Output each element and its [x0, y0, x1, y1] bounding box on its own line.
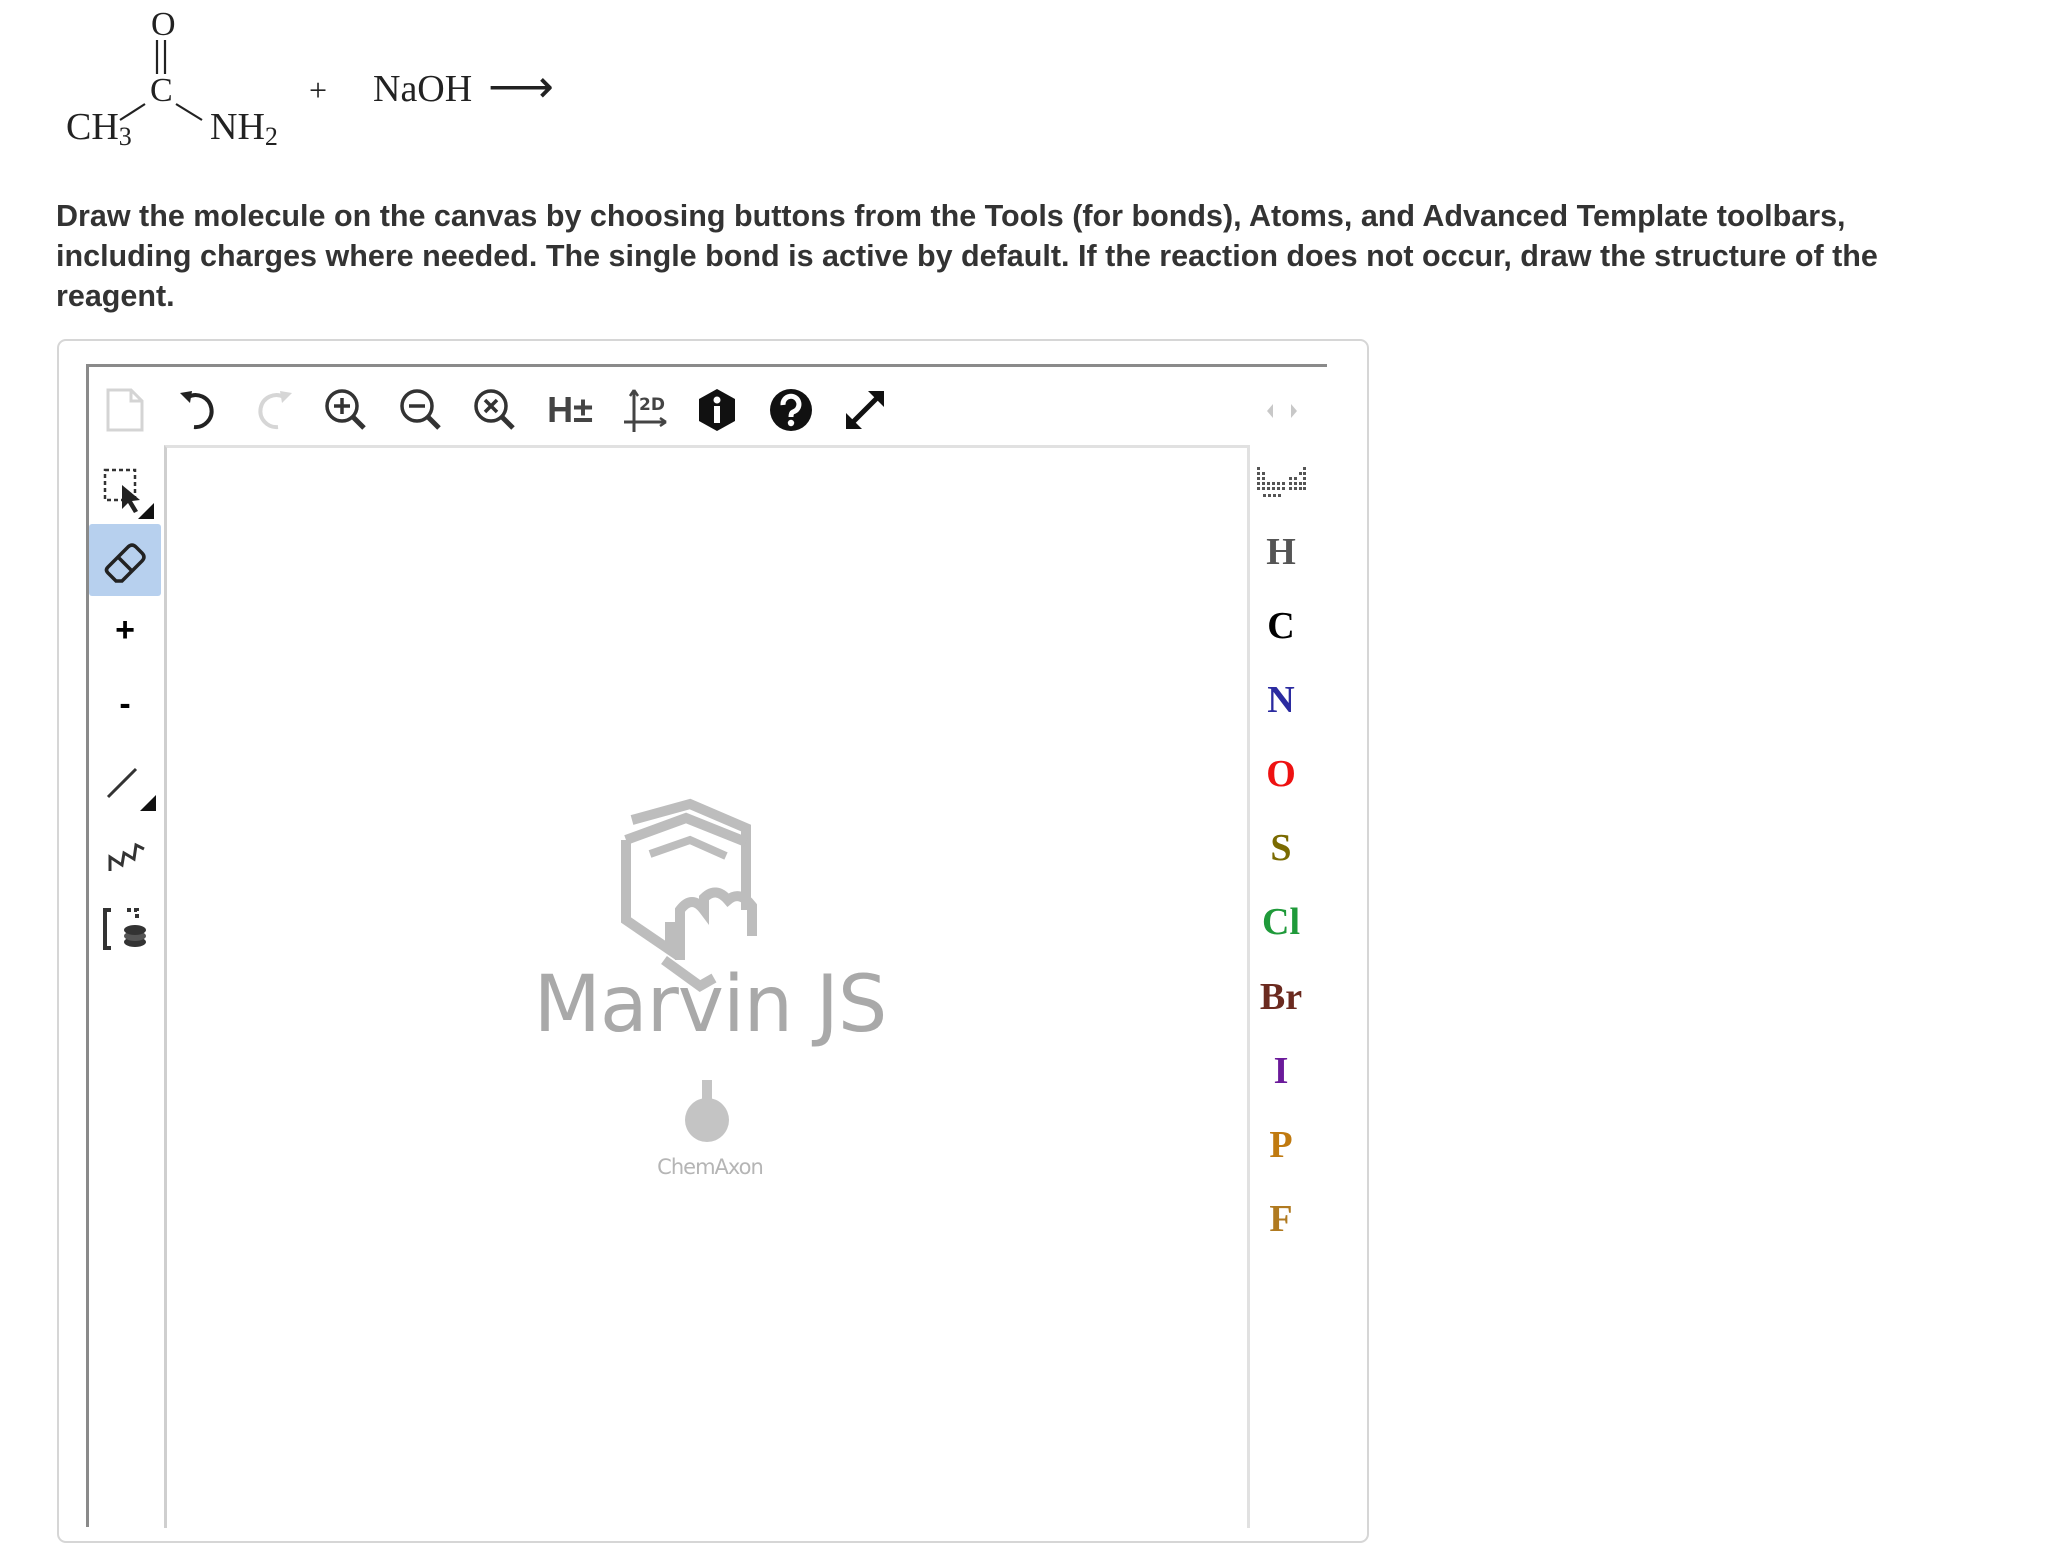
periodic-table-button[interactable] [1252, 460, 1312, 504]
clean-2d-button[interactable]: 2D [618, 383, 674, 437]
reaction-scheme: O C CH3 NH2 + NaOH ⟶ [0, 0, 600, 165]
clean-2d-label: 2D [639, 395, 665, 415]
eraser-tool-button[interactable] [89, 524, 161, 596]
fullscreen-button[interactable] [840, 385, 890, 435]
zoom-reset-icon [474, 389, 515, 430]
toolbar-scroll-arrows[interactable] [1262, 396, 1302, 426]
info-button[interactable] [692, 385, 742, 435]
atom-br-button[interactable]: Br [1246, 966, 1316, 1028]
eraser-icon [104, 543, 146, 583]
hydrogen-toggle-icon: H± [547, 389, 593, 430]
plus-sign: + [309, 72, 328, 108]
zoom-in-button[interactable] [321, 385, 371, 435]
fullscreen-icon [846, 391, 884, 429]
undo-button[interactable] [174, 385, 224, 435]
selection-icon [103, 468, 154, 519]
redo-button[interactable] [248, 385, 298, 435]
atom-cl-button[interactable]: Cl [1246, 891, 1316, 953]
atom-f-button[interactable]: F [1246, 1188, 1316, 1250]
atom-s-button[interactable]: S [1246, 817, 1316, 879]
zoom-out-button[interactable] [396, 385, 446, 435]
bracket-tool-button[interactable] [89, 894, 161, 966]
reaction-arrow: ⟶ [488, 61, 554, 112]
selection-tool-button[interactable] [89, 454, 161, 526]
methyl-group-label: CH3 [66, 106, 132, 151]
zoom-in-icon [325, 389, 366, 430]
atom-c-button[interactable]: C [1246, 595, 1316, 657]
info-icon [699, 389, 735, 431]
new-document-button[interactable] [100, 385, 150, 435]
chevron-left-right-icon [1267, 404, 1297, 418]
atom-h-button[interactable]: H [1246, 521, 1316, 583]
instructions-text: Draw the molecule on the canvas by choos… [56, 199, 1878, 313]
zoom-out-icon [400, 389, 441, 430]
chain-tool-button[interactable] [89, 820, 161, 892]
redo-icon [258, 391, 292, 430]
new-document-icon [106, 388, 144, 432]
negative-charge-button[interactable]: - [89, 668, 161, 740]
single-bond-icon [106, 767, 156, 811]
clean-2d-icon: 2D [624, 389, 667, 432]
atom-o-button[interactable]: O [1246, 743, 1316, 805]
help-button[interactable] [766, 385, 816, 435]
help-icon [770, 389, 812, 431]
carbon-atom-label: C [150, 72, 173, 109]
positive-charge-icon: + [115, 610, 135, 649]
bracket-icon [103, 908, 146, 950]
chain-icon [108, 842, 145, 871]
methyl-subscript: 3 [118, 122, 132, 151]
atom-p-button[interactable]: P [1246, 1114, 1316, 1176]
reagent-label: NaOH [373, 68, 473, 110]
logo-title: Marvin JS [533, 960, 888, 1050]
positive-charge-button[interactable]: + [89, 594, 161, 666]
amine-group-label: NH2 [210, 106, 278, 151]
periodic-table-icon [1257, 467, 1306, 497]
amine-subscript: 2 [264, 122, 278, 151]
single-bond-button[interactable] [89, 744, 161, 816]
atom-n-button[interactable]: N [1246, 669, 1316, 731]
zoom-reset-button[interactable] [470, 385, 520, 435]
negative-charge-icon: - [119, 684, 131, 723]
undo-icon [180, 391, 214, 430]
hydrogen-toggle-button[interactable]: H± [542, 385, 598, 435]
logo-subtitle: ChemAxon [657, 1155, 764, 1179]
atom-i-button[interactable]: I [1246, 1040, 1316, 1102]
